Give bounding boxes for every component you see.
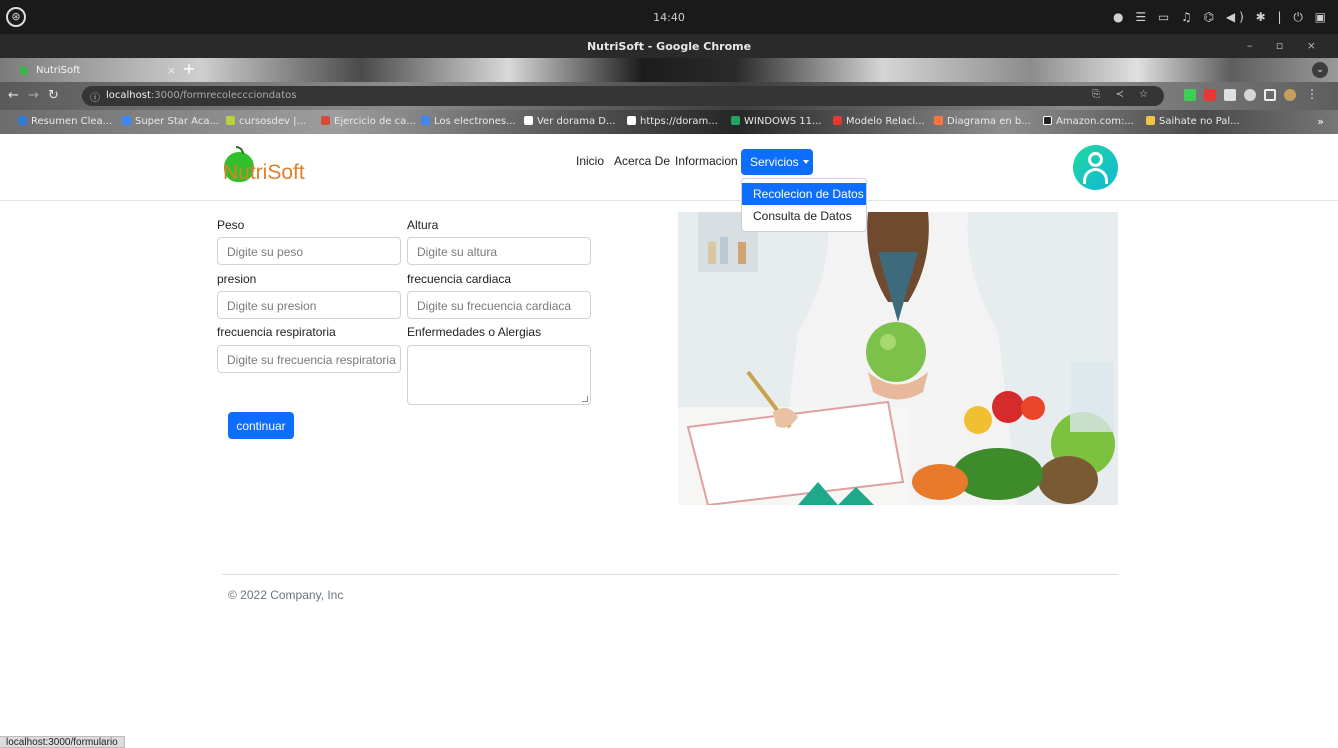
frecuencia-respiratoria-input[interactable]: Digite su frecuencia respiratoria bbox=[217, 345, 401, 373]
site-info-icon[interactable]: ⓘ bbox=[90, 89, 100, 104]
footer-copyright: © 2022 Company, Inc bbox=[228, 588, 344, 602]
window-title: NutriSoft - Google Chrome bbox=[586, 40, 752, 53]
bookmark-item[interactable]: WINDOWS 11... bbox=[731, 116, 822, 127]
continuar-button[interactable]: continuar bbox=[228, 412, 294, 439]
os-top-bar: ⊛ 14:40 ● ☰ ▭ ♫ ⌬ ◀) ✱ | ⏻ ▣ bbox=[0, 0, 1338, 34]
window-controls[interactable]: – ▫ × bbox=[1247, 39, 1326, 52]
forward-icon[interactable]: → bbox=[28, 88, 39, 103]
bookmark-item[interactable]: Ver dorama D... bbox=[524, 116, 616, 127]
bookmark-item[interactable]: Los electrones... bbox=[421, 116, 516, 127]
puzzle-extensions-icon[interactable] bbox=[1244, 89, 1256, 101]
link-status-bubble: localhost:3000/formulario bbox=[0, 736, 125, 748]
tab-label: NutriSoft bbox=[36, 65, 81, 76]
menu-item-consulta[interactable]: Consulta de Datos bbox=[742, 205, 866, 227]
bookmark-favicon-icon bbox=[421, 116, 430, 125]
resize-grip-icon[interactable] bbox=[582, 396, 588, 402]
alergias-label: Enfermedades o Alergias bbox=[407, 325, 542, 339]
browser-toolbar: ← → ↻ ⓘ localhost:3000/formrecoleccciond… bbox=[0, 82, 1338, 110]
bookmark-favicon-icon bbox=[934, 116, 943, 125]
menu-item-recolecion[interactable]: Recolecion de Datos bbox=[742, 183, 866, 205]
new-tab-button[interactable]: + bbox=[180, 60, 198, 78]
servicios-dropdown-button[interactable]: Servicios bbox=[741, 149, 813, 175]
url-text: localhost:3000/formrecoleccciondatos bbox=[106, 90, 297, 101]
bookmark-favicon-icon bbox=[524, 116, 533, 125]
nav-informacion[interactable]: Informacion bbox=[675, 154, 738, 168]
peso-label: Peso bbox=[217, 218, 245, 232]
caret-down-icon bbox=[802, 160, 809, 164]
profile-avatar-icon[interactable] bbox=[1284, 89, 1296, 101]
window-title-bar: NutriSoft - Google Chrome – ▫ × bbox=[0, 34, 1338, 58]
bookmark-item[interactable]: Saihate no Pal... bbox=[1146, 116, 1240, 127]
nutritionist-photo bbox=[678, 212, 1118, 505]
bookmark-favicon-icon bbox=[833, 116, 842, 125]
bookmark-favicon-icon bbox=[122, 116, 131, 125]
servicios-dropdown-menu: Recolecion de Datos Consulta de Datos bbox=[741, 178, 867, 232]
chrome-menu-icon[interactable]: ⋮ bbox=[1306, 87, 1318, 101]
tab-strip: NutriSoft × + ⌄ bbox=[0, 58, 1338, 82]
bookmark-favicon-icon bbox=[731, 116, 740, 125]
servicios-label: Servicios bbox=[750, 155, 799, 169]
nav-acerca-de[interactable]: Acerca De bbox=[614, 154, 670, 168]
bookmark-item[interactable]: Amazon.com:... bbox=[1043, 116, 1134, 127]
bookmark-favicon-icon bbox=[321, 116, 330, 125]
bookmark-item[interactable]: https://doram... bbox=[627, 116, 718, 127]
user-avatar[interactable] bbox=[1073, 145, 1118, 190]
bookmark-item[interactable]: cursosdev |... bbox=[226, 116, 306, 127]
user-body-icon bbox=[1083, 168, 1108, 184]
peso-input[interactable]: Digite su peso bbox=[217, 237, 401, 265]
nav-inicio[interactable]: Inicio bbox=[576, 154, 604, 168]
presion-label: presion bbox=[217, 272, 257, 286]
alergias-textarea[interactable] bbox=[407, 345, 591, 405]
bookmark-favicon-icon bbox=[226, 116, 235, 125]
extension-green-icon[interactable] bbox=[1184, 89, 1196, 101]
main-nav: Inicio Acerca De Informacion Servicios bbox=[0, 149, 1338, 175]
omnibox-actions[interactable]: ⎘ ≺ ☆ bbox=[1092, 89, 1154, 100]
back-icon[interactable]: ← bbox=[8, 88, 19, 103]
bookmark-item[interactable]: Modelo Relaci... bbox=[833, 116, 925, 127]
bookmark-item[interactable]: Resumen Clea... bbox=[18, 116, 112, 127]
bookmark-favicon-icon bbox=[18, 116, 27, 125]
presion-input[interactable]: Digite su presion bbox=[217, 291, 401, 319]
more-bookmarks-button[interactable]: » bbox=[1317, 115, 1324, 128]
bookmark-favicon-icon bbox=[1043, 116, 1052, 125]
bookmark-item[interactable]: Diagrama en b... bbox=[934, 116, 1031, 127]
tab-nutrisoft[interactable]: NutriSoft × bbox=[14, 61, 182, 82]
tab-search-icon[interactable]: ⌄ bbox=[1312, 62, 1328, 78]
system-tray[interactable]: ● ☰ ▭ ♫ ⌬ ◀) ✱ | ⏻ ▣ bbox=[1113, 10, 1330, 25]
web-page: NutriSoft Inicio Acerca De Informacion S… bbox=[0, 134, 1338, 748]
altura-input[interactable]: Digite su altura bbox=[407, 237, 591, 265]
extension-red-icon[interactable] bbox=[1204, 89, 1216, 101]
apple-favicon-icon bbox=[20, 66, 27, 75]
bookmark-item[interactable]: Super Star Aca... bbox=[122, 116, 219, 127]
bookmark-item[interactable]: Ejercicio de ca... bbox=[321, 116, 416, 127]
footer-divider bbox=[222, 574, 1118, 575]
nutritionist-illustration bbox=[678, 212, 1118, 505]
frecuencia-respiratoria-label: frecuencia respiratoria bbox=[217, 325, 336, 339]
tab-close-icon[interactable]: × bbox=[167, 64, 176, 77]
user-head-icon bbox=[1088, 152, 1103, 167]
altura-label: Altura bbox=[407, 218, 439, 232]
frecuencia-cardiaca-label: frecuencia cardiaca bbox=[407, 272, 512, 286]
bookmark-favicon-icon bbox=[627, 116, 636, 125]
bookmarks-bar: Resumen Clea... Super Star Aca... cursos… bbox=[0, 110, 1338, 134]
bookmark-favicon-icon bbox=[1146, 116, 1155, 125]
extension-grey-icon[interactable] bbox=[1224, 89, 1236, 101]
site-header: NutriSoft Inicio Acerca De Informacion S… bbox=[0, 134, 1338, 201]
side-panel-icon[interactable] bbox=[1264, 89, 1276, 101]
address-bar[interactable]: ⓘ localhost:3000/formrecoleccciondatos ⎘… bbox=[82, 86, 1164, 106]
reload-icon[interactable]: ↻ bbox=[48, 88, 59, 103]
frecuencia-cardiaca-input[interactable]: Digite su frecuencia cardiaca bbox=[407, 291, 591, 319]
